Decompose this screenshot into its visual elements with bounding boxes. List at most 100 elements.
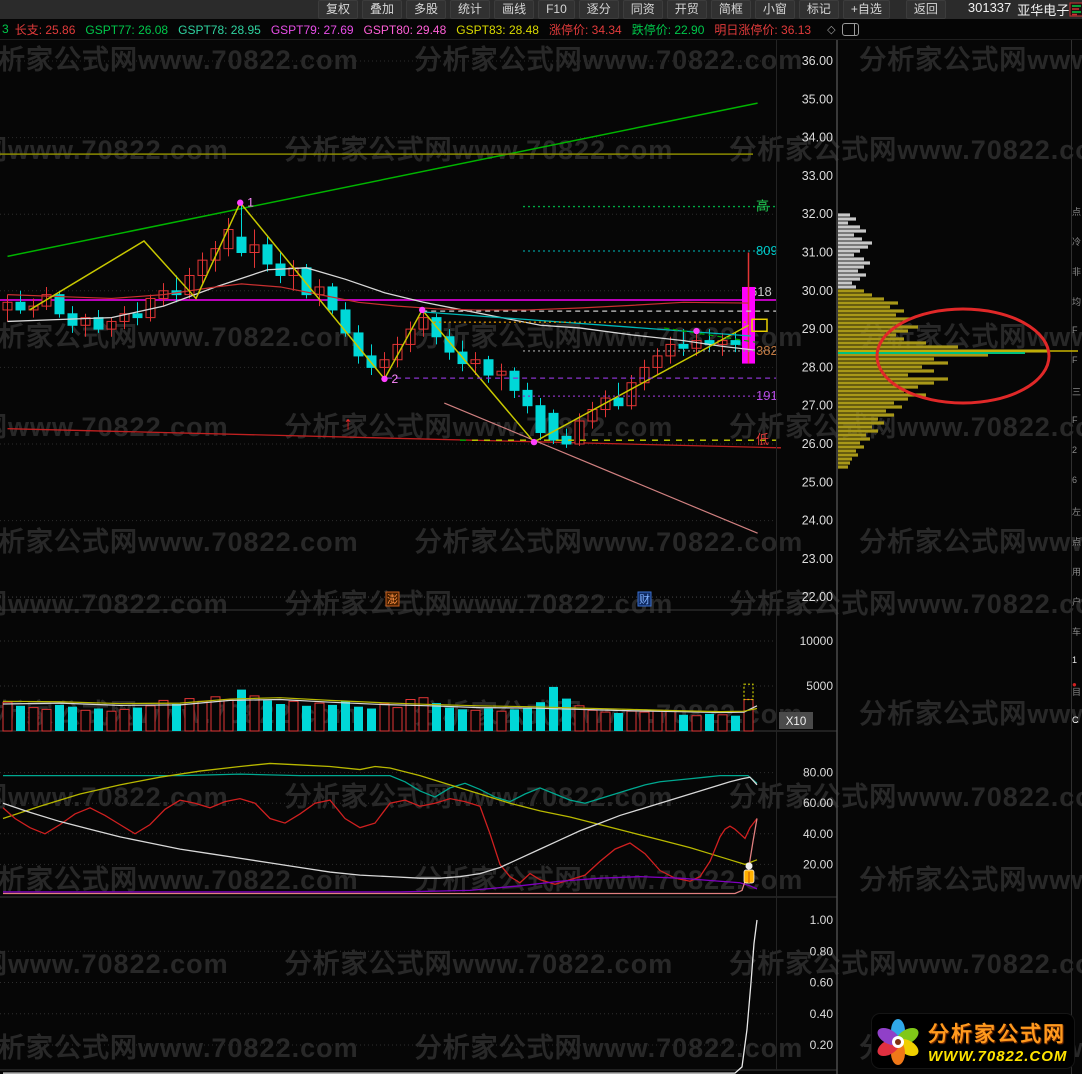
cutoff-text: 3 bbox=[2, 22, 9, 36]
kd-line-pink bbox=[3, 818, 758, 895]
profile-bar bbox=[838, 309, 904, 313]
price-tick: 36.00 bbox=[802, 54, 833, 68]
bottom-tick: 0.60 bbox=[810, 976, 834, 990]
volume-bar bbox=[68, 706, 77, 731]
white-ma bbox=[7, 267, 756, 351]
profile-bar bbox=[838, 221, 848, 225]
price-tick: 25.00 bbox=[802, 475, 833, 489]
price-tick: 28.00 bbox=[802, 360, 833, 374]
volume-bar bbox=[314, 702, 325, 732]
menu-item-10[interactable]: 小窗 bbox=[754, 0, 795, 19]
menu-item-1[interactable]: 叠加 bbox=[362, 0, 403, 19]
stock-info: 301337 亚华电子 bbox=[968, 0, 1069, 19]
candles bbox=[2, 229, 755, 445]
volume-bar bbox=[445, 707, 454, 731]
profile-bar bbox=[838, 429, 878, 433]
edge-glyph: 均 bbox=[1072, 297, 1082, 307]
volume-bar bbox=[145, 705, 156, 732]
profile-bar bbox=[838, 357, 934, 361]
menu-item-4[interactable]: 画线 bbox=[494, 0, 535, 19]
volume-bar bbox=[341, 701, 350, 731]
profile-bar bbox=[838, 305, 890, 309]
volume-bar bbox=[379, 703, 390, 732]
pink-trendline bbox=[444, 402, 758, 534]
logo-title: 分析家公式网 bbox=[928, 1022, 1066, 1046]
volume-bar bbox=[237, 689, 246, 731]
fib-label-高: 高 bbox=[756, 199, 769, 214]
menu-item-13[interactable]: 返回 bbox=[905, 0, 946, 19]
volume-bar bbox=[626, 710, 637, 732]
signal-figure-icon bbox=[743, 862, 755, 884]
menu-item-12[interactable]: +自选 bbox=[842, 0, 890, 19]
volume-tick: 10000 bbox=[800, 634, 834, 648]
teal-segment bbox=[422, 311, 752, 337]
edge-glyph: 非 bbox=[1072, 267, 1082, 277]
profile-bar bbox=[838, 241, 872, 245]
volume-bar bbox=[496, 710, 507, 732]
volume-bar bbox=[600, 711, 611, 732]
profile-bar bbox=[838, 409, 886, 413]
menu-item-7[interactable]: 同资 bbox=[622, 0, 663, 19]
price-tick: 31.00 bbox=[802, 246, 833, 260]
profile-bar bbox=[838, 233, 854, 237]
zigzag-marker bbox=[237, 199, 244, 206]
diamond-icon[interactable]: ◇ bbox=[827, 23, 835, 36]
price-tick: 29.00 bbox=[802, 322, 833, 336]
edge-glyph: F bbox=[1072, 355, 1078, 365]
kd-tick: 40.00 bbox=[803, 827, 833, 841]
indicator-value: 明日涨停价: 36.13 bbox=[714, 22, 812, 37]
volume-bar bbox=[354, 706, 363, 731]
profile-bar bbox=[838, 361, 948, 365]
profile-bar bbox=[838, 369, 934, 373]
menu-item-5[interactable]: F10 bbox=[538, 0, 575, 19]
board-icon[interactable] bbox=[1069, 2, 1082, 17]
volume-bar bbox=[717, 714, 728, 732]
profile-bar bbox=[838, 269, 858, 273]
edge-glyph: 用 bbox=[1072, 567, 1082, 577]
volume-bar bbox=[691, 715, 702, 732]
volume-bar bbox=[328, 704, 337, 731]
volume-bar bbox=[16, 705, 25, 731]
profile-bar bbox=[838, 433, 866, 437]
profile-bar bbox=[838, 441, 860, 445]
profile-bar bbox=[838, 405, 902, 409]
profile-bar bbox=[838, 273, 866, 277]
profile-bar bbox=[838, 457, 852, 461]
menu-item-9[interactable]: 简框 bbox=[710, 0, 751, 19]
zigzag-marker bbox=[530, 438, 538, 446]
profile-bar bbox=[838, 453, 858, 457]
profile-bar bbox=[838, 373, 908, 377]
volume-bar bbox=[172, 704, 181, 731]
volume-bar bbox=[55, 704, 64, 731]
menu-item-3[interactable]: 统计 bbox=[450, 0, 491, 19]
fib-label-382: 382 bbox=[756, 343, 778, 358]
menu-item-11[interactable]: 标记 bbox=[798, 0, 839, 19]
edge-glyph: 6 bbox=[1072, 475, 1078, 485]
menu-item-2[interactable]: 多股 bbox=[406, 0, 447, 19]
profile-bar bbox=[838, 461, 850, 465]
volume-bar bbox=[731, 715, 740, 731]
volume-bar bbox=[302, 705, 311, 731]
profile-bar bbox=[838, 313, 896, 317]
volume-bar bbox=[249, 695, 260, 732]
volume-bar bbox=[2, 701, 13, 732]
volume-bar bbox=[743, 699, 754, 732]
volume-bar bbox=[94, 708, 103, 731]
fib-label-low: 低 bbox=[756, 432, 769, 447]
price-tick: 35.00 bbox=[802, 92, 833, 106]
kd-line-red bbox=[2, 797, 758, 885]
flower-icon bbox=[877, 1019, 919, 1065]
price-tick: 30.00 bbox=[802, 284, 833, 298]
menu-item-8[interactable]: 开贸 bbox=[666, 0, 707, 19]
edge-glyph: 户 bbox=[1072, 597, 1082, 607]
menu-item-6[interactable]: 逐分 bbox=[578, 0, 619, 19]
panel-toggle-icon[interactable] bbox=[841, 22, 859, 36]
volume-bar bbox=[639, 711, 650, 732]
menu-item-0[interactable]: 复权 bbox=[318, 0, 359, 19]
volume-bar bbox=[652, 709, 663, 732]
right-edge-strip[interactable]: 点冷非均 F F 三 F 2 6 左点用户车 1 目 C ● bbox=[1071, 40, 1082, 1074]
indicator-value: GSPT83: 28.48 bbox=[456, 22, 539, 37]
volume-bar bbox=[484, 708, 493, 731]
fib-label-809: 809 bbox=[756, 243, 778, 258]
profile-bar bbox=[838, 337, 904, 341]
